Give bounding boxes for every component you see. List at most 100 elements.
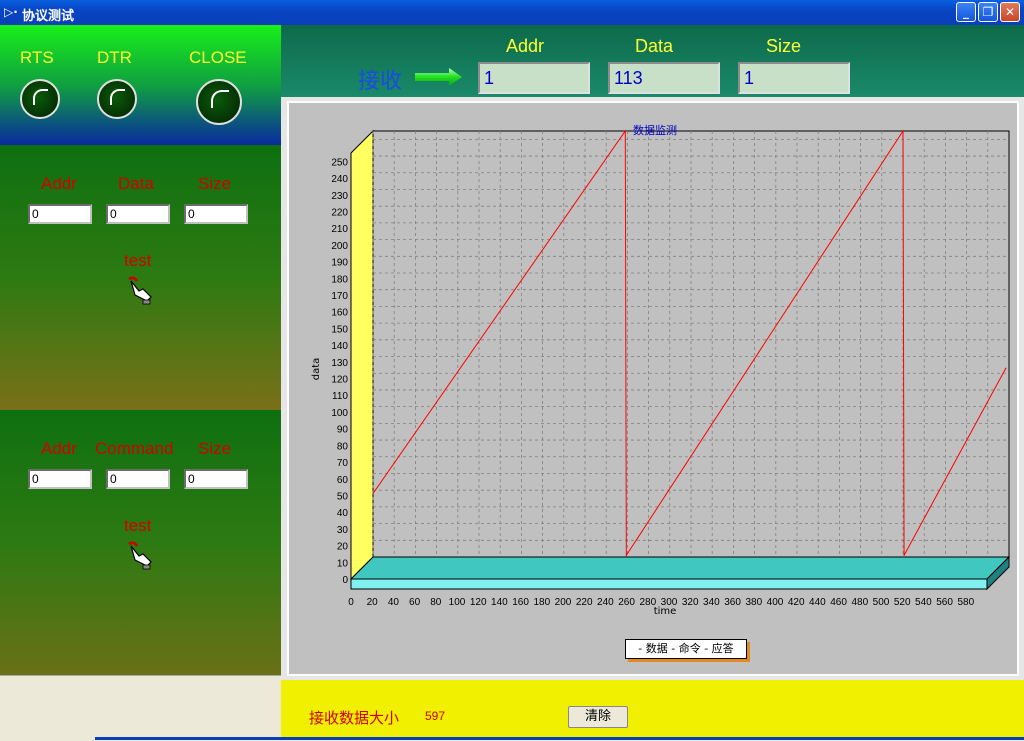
chart-floor-top — [349, 556, 1011, 580]
restore-icon[interactable]: ❐ — [978, 2, 998, 22]
x-tick-label: 540 — [915, 597, 932, 608]
rts-label: RTS — [20, 48, 54, 67]
x-tick-label: 80 — [430, 597, 442, 608]
x-tick-label: 40 — [388, 597, 400, 608]
y-tick-label: 160 — [331, 308, 348, 319]
cmd-addr-input[interactable] — [28, 469, 92, 489]
series-point — [624, 130, 626, 132]
received-size-value: 597 — [425, 709, 446, 723]
x-tick-label: 500 — [873, 597, 890, 608]
status-footer: 接收数据大小 597 清除 — [281, 680, 1024, 740]
send-addr-label: Addr — [41, 174, 77, 193]
app-icon: ▷· — [4, 5, 18, 19]
y-tick-label: 50 — [337, 491, 349, 502]
x-tick-label: 580 — [957, 597, 974, 608]
received-size-label: 接收数据大小 — [309, 709, 400, 727]
x-tick-label: 20 — [367, 597, 379, 608]
send-addr-input[interactable] — [28, 204, 92, 224]
y-tick-label: 70 — [337, 458, 349, 469]
dtr-led-icon — [97, 79, 137, 119]
y-tick-label: 230 — [331, 191, 348, 202]
x-tick-label: 420 — [788, 597, 805, 608]
x-tick-label: 180 — [533, 597, 550, 608]
chart-title: 数据监测 — [633, 123, 677, 137]
y-tick-label: 200 — [331, 241, 348, 252]
recv-data-label: Data — [635, 36, 674, 56]
y-tick-label: 40 — [337, 508, 349, 519]
y-tick-label: 90 — [337, 425, 349, 436]
receive-bar: Addr Data Size 接收 1 113 1 — [281, 25, 1024, 97]
recv-size-label: Size — [766, 36, 802, 56]
x-tick-label: 520 — [894, 597, 911, 608]
recv-data-field[interactable]: 113 — [608, 62, 720, 94]
chart-floor — [349, 555, 1011, 591]
x-tick-label: 360 — [724, 597, 741, 608]
send-command-panel: Addr Command Size test — [0, 410, 281, 675]
y-tick-label: 130 — [331, 358, 348, 369]
cmd-test-hand-icon[interactable] — [125, 540, 155, 572]
y-tick-label: 180 — [331, 274, 348, 285]
recv-addr-label: Addr — [506, 36, 545, 56]
clear-button[interactable]: 清除 — [568, 706, 628, 728]
y-tick-label: 170 — [331, 291, 348, 302]
close-label: CLOSE — [189, 48, 247, 67]
series-point — [1005, 367, 1007, 369]
chart-left-wall — [350, 129, 374, 581]
x-tick-label: 320 — [682, 597, 699, 608]
x-tick-label: 200 — [555, 597, 572, 608]
send-size-input[interactable] — [184, 204, 248, 224]
x-tick-label: 100 — [449, 597, 466, 608]
chart-legend: - 数据 - 命令 - 应答 — [625, 639, 747, 659]
send-data-label: Data — [118, 174, 154, 193]
series-point — [372, 492, 374, 495]
y-tick-label: 190 — [331, 258, 348, 269]
recv-size-field[interactable]: 1 — [738, 62, 850, 94]
x-tick-label: 440 — [809, 597, 826, 608]
x-tick-label: 60 — [409, 597, 421, 608]
arrow-right-icon — [415, 68, 462, 86]
x-tick-label: 140 — [491, 597, 508, 608]
cmd-command-input[interactable] — [106, 469, 170, 489]
x-tick-label: 220 — [576, 597, 593, 608]
send-data-input[interactable] — [106, 204, 170, 224]
title-bar: ▷· 协议测试 _ ❐ ✕ — [0, 0, 1024, 25]
y-tick-label: 100 — [331, 408, 348, 419]
window-title: 协议测试 — [22, 9, 75, 24]
y-tick-label: 250 — [331, 157, 348, 168]
x-tick-label: 0 — [348, 597, 354, 608]
y-tick-label: 30 — [337, 525, 349, 536]
receive-label: 接收 — [358, 69, 403, 94]
x-tick-label: 120 — [470, 597, 487, 608]
send-size-label: Size — [198, 174, 232, 193]
series-point — [902, 130, 904, 132]
y-tick-label: 120 — [331, 375, 348, 386]
minimize-icon[interactable]: _ — [956, 2, 976, 22]
x-tick-label: 260 — [618, 597, 635, 608]
y-tick-label: 210 — [331, 224, 348, 235]
status-panel: RTS DTR CLOSE — [0, 25, 281, 145]
y-tick-label: 80 — [337, 441, 349, 452]
x-tick-label: 240 — [597, 597, 614, 608]
y-tick-label: 0 — [342, 575, 348, 586]
x-axis-label: time — [654, 606, 677, 617]
send-data-panel: Addr Data Size test — [0, 145, 281, 410]
close-led-button[interactable] — [196, 79, 242, 125]
cmd-size-input[interactable] — [184, 469, 248, 489]
y-tick-label: 150 — [331, 324, 348, 335]
x-tick-label: 400 — [767, 597, 784, 608]
x-tick-label: 560 — [936, 597, 953, 608]
x-tick-label: 380 — [745, 597, 762, 608]
rts-led-icon — [20, 79, 60, 119]
x-tick-label: 160 — [512, 597, 529, 608]
cmd-test-label: test — [124, 516, 152, 535]
y-tick-label: 20 — [337, 542, 349, 553]
y-axis-label: data — [311, 358, 322, 381]
left-bottom-panel — [0, 675, 281, 741]
y-tick-label: 10 — [337, 558, 349, 569]
recv-addr-field[interactable]: 1 — [478, 62, 590, 94]
send-test-label: test — [124, 251, 152, 270]
close-icon[interactable]: ✕ — [1000, 2, 1020, 22]
send-test-hand-icon[interactable] — [125, 275, 155, 307]
y-tick-label: 140 — [331, 341, 348, 352]
x-tick-label: 340 — [703, 597, 720, 608]
